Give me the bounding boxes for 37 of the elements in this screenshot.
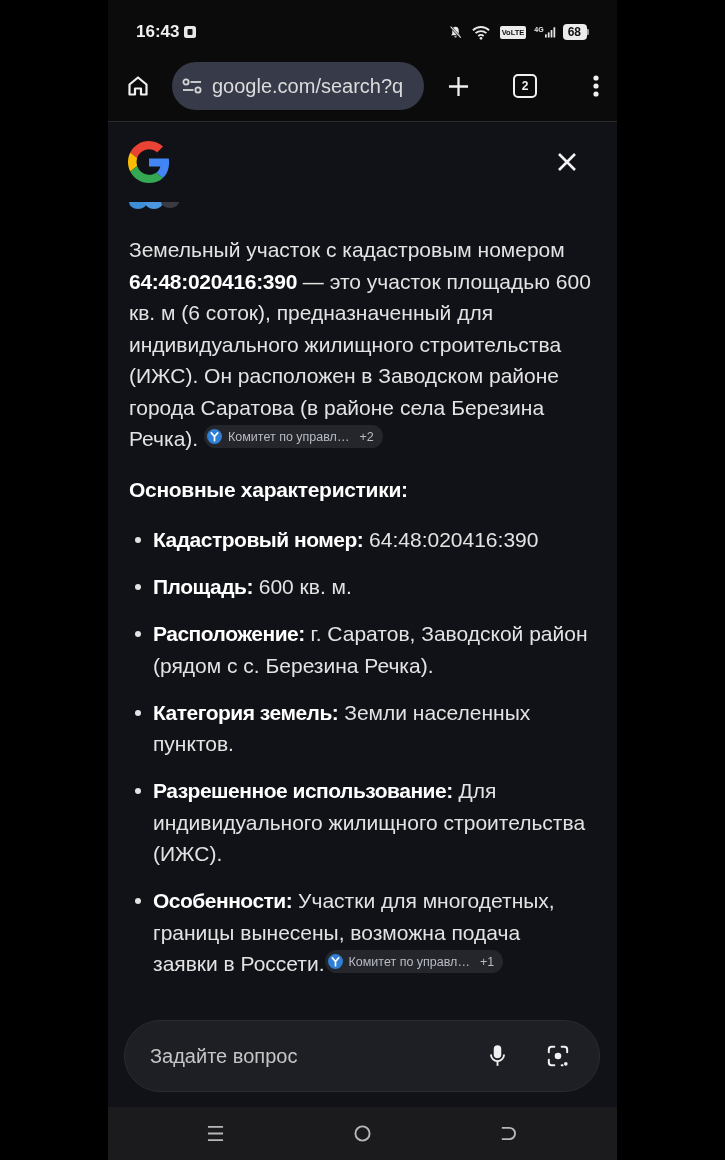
list-item-text: Категория земель: Земли населенных пунктов. bbox=[153, 699, 532, 757]
address-bar[interactable]: google.com/search?q bbox=[172, 62, 424, 110]
bullet-icon bbox=[135, 537, 141, 543]
bullet-icon bbox=[135, 898, 141, 904]
bullet-icon bbox=[135, 788, 141, 794]
bullet-icon bbox=[135, 584, 141, 590]
recent-apps-icon[interactable] bbox=[207, 1125, 224, 1142]
list-item-text: Разрешенное использование: Для индивидуального жилищного строительства (ИЖС). bbox=[153, 778, 587, 867]
tab-count-button[interactable]: 2 bbox=[513, 74, 537, 98]
source-chip[interactable]: Комитет по управл… +1 bbox=[324, 950, 504, 973]
source-chip[interactable]: Комитет по управл… +2 bbox=[204, 425, 383, 448]
close-icon[interactable] bbox=[557, 152, 577, 172]
signal-icon bbox=[544, 26, 556, 38]
battery-indicator: 68 bbox=[562, 24, 589, 40]
list-item-text: Расположение: г. Саратов, Заводской район (рядом с с. Березина Речка). bbox=[153, 621, 588, 679]
status-time: 16:43 bbox=[136, 22, 180, 42]
source-logo-icon bbox=[207, 429, 222, 444]
bullet-icon bbox=[135, 709, 141, 716]
list-item-text: Кадастровый номер: 64:48:020416:390 bbox=[153, 527, 540, 553]
site-settings-icon[interactable] bbox=[182, 78, 202, 94]
microphone-icon[interactable] bbox=[490, 1044, 505, 1067]
ask-field[interactable]: Задайте вопрос bbox=[124, 1020, 600, 1092]
camera-lens-icon[interactable] bbox=[547, 1045, 569, 1067]
list-item-text: Площадь: 600 кв. м. bbox=[153, 574, 353, 600]
section-heading: Основные характеристики: bbox=[129, 476, 409, 503]
answer-paragraph: Земельный участок с кадастровым номером 64:48:020416:390 — это участок площадью 600 кв. м (6 соток), предназначенный для индивидуального жилищного строительства (ИЖС). Он расположен в Заводском районе города Саратова (в районе села Березина Речка). Комитет по управл… +2 bbox=[129, 237, 592, 452]
app-notification-icon bbox=[184, 26, 197, 38]
home-icon[interactable] bbox=[126, 74, 150, 98]
new-tab-plus-icon[interactable] bbox=[448, 75, 469, 97]
wifi-icon bbox=[471, 24, 490, 40]
bell-off-icon bbox=[448, 25, 462, 39]
more-menu-icon[interactable] bbox=[593, 75, 599, 97]
bullet-icon bbox=[135, 631, 141, 637]
list-item-text: Особенности: Участки для многодетных, границы вынесены, возможна подача заявки в Россети. Комитет по управл… +1 bbox=[153, 888, 556, 977]
home-circle-icon[interactable] bbox=[354, 1125, 371, 1142]
source-logo-icon bbox=[327, 954, 343, 969]
multicolor-g-logo bbox=[128, 141, 170, 183]
